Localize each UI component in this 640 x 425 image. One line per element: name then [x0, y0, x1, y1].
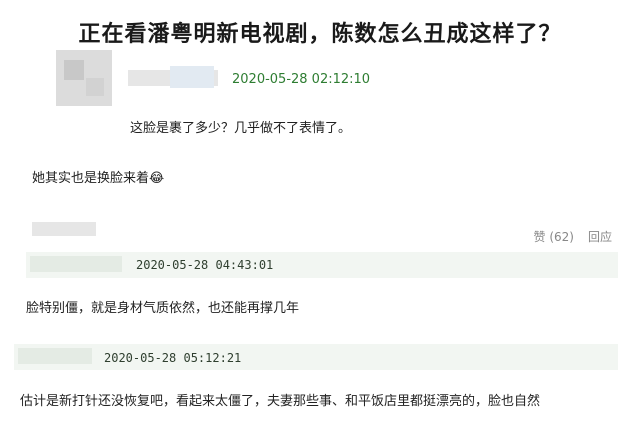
username-blurred[interactable] — [18, 348, 92, 364]
reply-button[interactable]: 回应 — [588, 230, 612, 244]
username-blurred[interactable] — [32, 222, 96, 236]
page-title: 正在看潘粤明新电视剧，陈数怎么丑成这样了？ — [78, 22, 562, 47]
reply-text: 估计是新打针还没恢复吧，看起来太僵了，夫妻那些事、和平饭店里都挺漂亮的，脸也自然 — [20, 394, 541, 409]
avatar[interactable] — [56, 50, 112, 106]
comment-actions: 赞 (62) 回应 — [520, 228, 612, 245]
comment-text: 这脸是裹了多少？几乎做不了表情了。 — [130, 121, 352, 136]
laughing-emoji-icon: 😂 — [149, 171, 165, 186]
username-blurred-part — [170, 66, 214, 88]
comment-text: 她其实也是换脸来着😂 — [32, 167, 164, 186]
reply-timestamp: 2020-05-28 05:12:21 — [104, 351, 242, 365]
reply-timestamp: 2020-05-28 04:43:01 — [136, 258, 274, 272]
username-blurred[interactable] — [30, 256, 122, 272]
comment-timestamp: 2020-05-28 02:12:10 — [232, 72, 371, 87]
comment-text-body: 她其实也是换脸来着 — [32, 171, 150, 186]
like-button[interactable]: 赞 (62) — [534, 230, 574, 244]
reply-text: 脸特别僵，就是身材气质依然，也还能再撑几年 — [26, 301, 300, 316]
